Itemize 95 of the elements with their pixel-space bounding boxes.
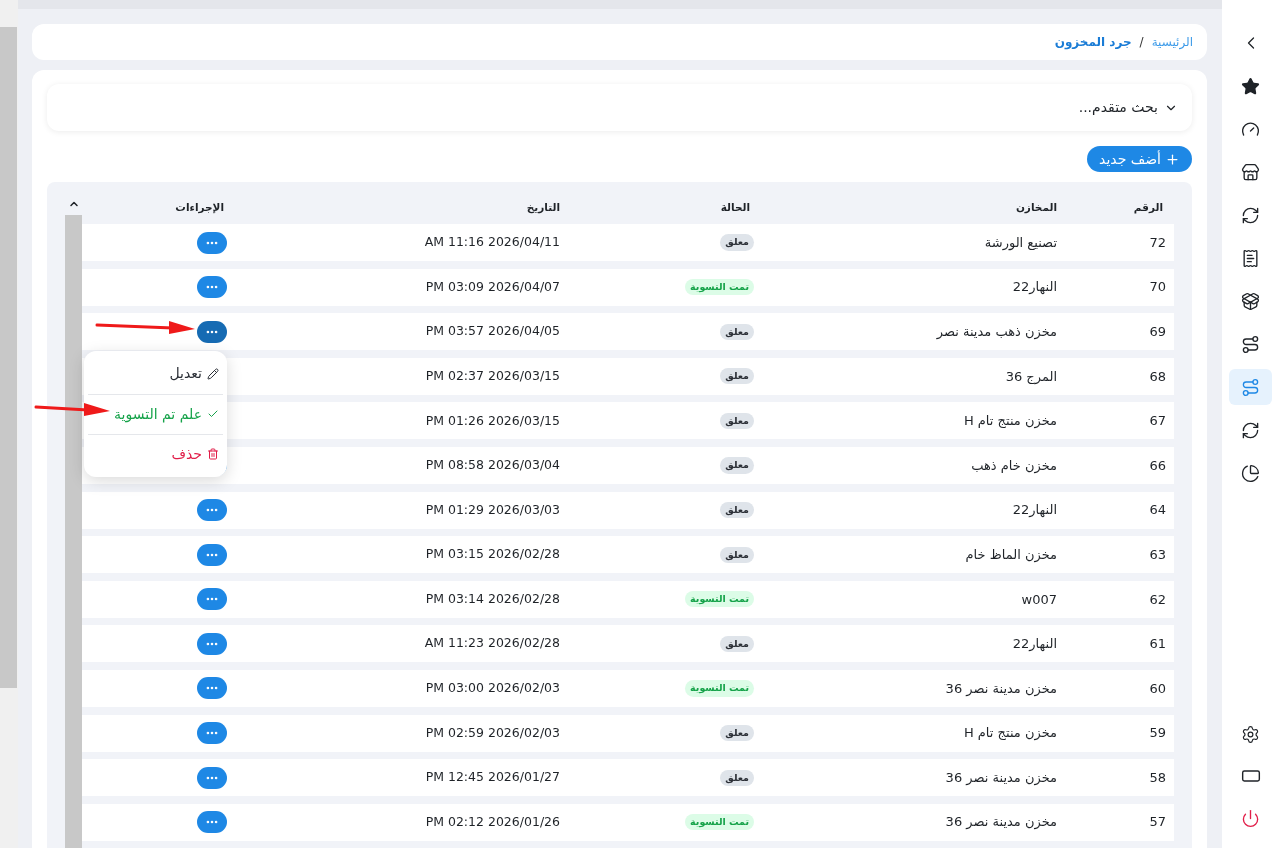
route-icon (1241, 377, 1260, 397)
table-cell-text: مخزن مدينة نصر 36 (945, 679, 1057, 699)
table-cell: AM 11:16 2026/04/11 (424, 233, 560, 252)
gauge-icon (1241, 119, 1260, 139)
actions-button[interactable] (197, 231, 227, 254)
star-icon (1241, 76, 1260, 96)
table-cell-text: PM 02:12 2026/01/26 (425, 812, 560, 831)
actions-button[interactable] (197, 811, 227, 834)
table-cell-text: 59 (1149, 724, 1167, 743)
trash-icon (207, 448, 219, 461)
table-cell: PM 08:58 2026/03/04 (425, 456, 560, 475)
table-cell-text: مخزن منتج تام H (963, 412, 1057, 431)
status-badge: معلق (720, 501, 754, 519)
column-header: الرقم (1132, 199, 1164, 216)
column-header: المخازن (1014, 199, 1057, 216)
table-cell-text: المرج 36 (1005, 367, 1057, 387)
table-cell-text: 58 (1149, 768, 1167, 787)
table-cell-text: النهار22 (1012, 635, 1057, 654)
table-cell-text: مخزن خام ذهب (971, 456, 1057, 476)
breadcrumb-link[interactable]: جرد المخزون (1054, 33, 1132, 51)
table-cell-text: النهار22 (1012, 501, 1057, 520)
route-icon (1241, 334, 1260, 354)
status-badge: معلق (720, 368, 754, 385)
power-icon (1241, 808, 1260, 828)
table-cell-text: 69 (1149, 322, 1167, 341)
table-cell-text: 72 (1149, 233, 1167, 252)
table-cell-text: PM 03:09 2026/04/07 (425, 277, 560, 296)
table-cell-text: مخزن مدينة نصر 36 (945, 813, 1057, 832)
status-badge: معلق (720, 635, 754, 652)
actions-button[interactable] (197, 588, 227, 611)
actions-button[interactable] (197, 320, 227, 343)
table-cell-text: PM 01:26 2026/03/15 (425, 411, 560, 430)
page-scrollbar[interactable] (0, 0, 18, 848)
store-icon (1241, 162, 1260, 182)
table-cell-text: مخزن منتج تام H (963, 724, 1057, 743)
table-cell-text: 70 (1149, 278, 1167, 297)
status-badge: معلق (720, 546, 754, 563)
table-cell-text: PM 01:29 2026/03/03 (425, 500, 560, 519)
settings-icon (1241, 724, 1260, 744)
actions-button[interactable] (197, 499, 227, 522)
status-badge: معلق (720, 234, 754, 251)
actions-button[interactable] (197, 276, 227, 299)
status-badge: معلق (720, 769, 754, 786)
table-cell-text: 66 (1149, 456, 1167, 475)
plus-icon (1165, 151, 1180, 167)
refresh-icon (1241, 420, 1260, 440)
actions-button[interactable] (197, 722, 227, 745)
breadcrumb-separator: / (1139, 34, 1144, 51)
table-cell-text: النهار22 (1012, 278, 1057, 297)
add-new-button[interactable]: أضف جديد (1087, 146, 1192, 172)
table-cell-text: 64 (1149, 501, 1167, 520)
column-header: التاريخ (525, 199, 560, 216)
table-cell: PM 12:45 2026/01/27 (425, 768, 560, 787)
table-cell-text: PM 02:59 2026/02/03 (425, 723, 560, 742)
package-icon (1241, 291, 1260, 311)
table-cell-text: w007 (1021, 590, 1057, 609)
actions-button[interactable] (197, 632, 227, 655)
status-badge: معلق (720, 457, 754, 474)
status-badge: تمت التسوية (685, 680, 754, 697)
receipt-icon (1241, 248, 1260, 268)
table-cell-text: 57 (1149, 813, 1167, 832)
table-cell-text: 60 (1149, 679, 1167, 698)
refresh-icon (1241, 205, 1260, 225)
status-badge: معلق (720, 412, 754, 429)
column-header: الإجراءات (175, 199, 225, 216)
table-cell-text: 61 (1149, 635, 1167, 654)
table-cell-text: 68 (1149, 367, 1167, 386)
advanced-search-toggle[interactable]: بحث متقدم... (47, 84, 1192, 131)
pie-chart-icon (1241, 463, 1260, 483)
column-header: الحالة (719, 199, 751, 215)
table-cell-text: PM 03:14 2026/02/28 (425, 589, 560, 608)
table-cell-text: مخزن مدينة نصر 36 (945, 768, 1057, 788)
table-cell-text: 63 (1149, 545, 1167, 564)
status-badge: معلق (720, 724, 754, 742)
table-cell-text: 67 (1149, 412, 1167, 431)
table-cell-text: 62 (1149, 590, 1167, 609)
menu-item[interactable]: حذف (88, 433, 223, 474)
table-cell-text: مخزن الماظ خام (965, 545, 1057, 565)
pencil-icon (207, 367, 219, 380)
menu-item[interactable]: تعديل (88, 353, 223, 394)
actions-button[interactable] (197, 543, 227, 566)
actions-button[interactable] (197, 766, 227, 789)
table-cell-text: PM 03:57 2026/04/05 (425, 322, 560, 341)
status-badge: معلق (720, 323, 754, 340)
breadcrumb-link[interactable]: الرئيسية (1151, 33, 1193, 51)
table-cell-text: مخزن ذهب مدينة نصر (936, 322, 1057, 342)
table-cell: PM 03:00 2026/02/03 (425, 679, 560, 698)
table-cell-text: تصنيع الورشة (984, 233, 1057, 253)
status-badge: تمت التسوية (685, 278, 754, 296)
table-cell-text: PM 02:37 2026/03/15 (425, 366, 560, 385)
table-cell-text: PM 03:15 2026/02/28 (425, 545, 560, 564)
status-badge: تمت التسوية (685, 814, 754, 831)
actions-button[interactable] (197, 677, 227, 700)
table-cell-text: AM 11:23 2026/02/28 (424, 634, 560, 653)
status-badge: تمت التسوية (685, 591, 754, 608)
